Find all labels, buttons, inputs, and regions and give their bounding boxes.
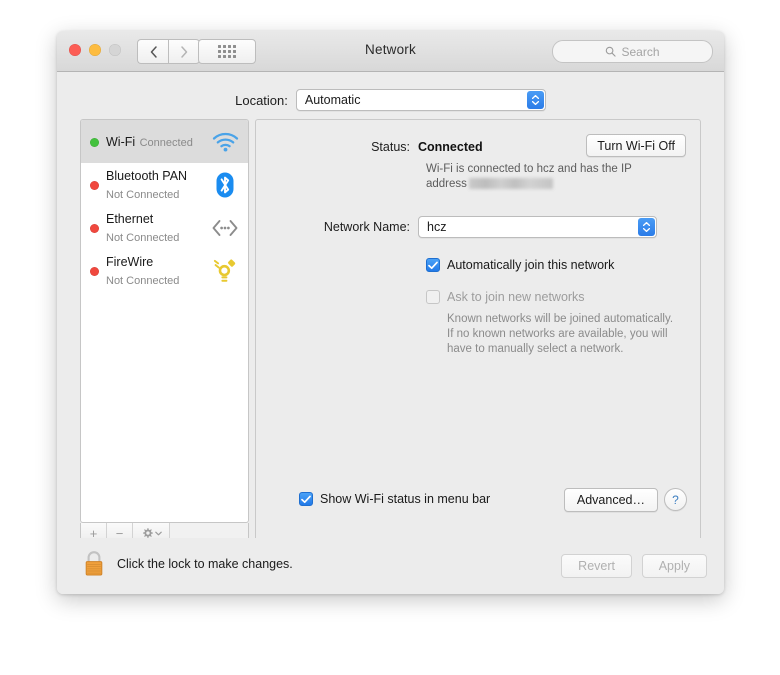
preferences-content: Wi-Fi Connected Bluetooth PAN Not Connec… xyxy=(57,119,724,545)
chevron-up-icon xyxy=(531,95,539,99)
search-icon xyxy=(606,46,617,57)
lock-closed-icon[interactable] xyxy=(82,549,106,579)
status-dot-disconnected xyxy=(90,223,99,233)
search-field[interactable]: Search xyxy=(552,40,713,63)
ip-address-redacted xyxy=(468,178,553,189)
ask-join-checkbox xyxy=(426,290,440,304)
chevron-up-icon xyxy=(643,222,650,226)
service-item-bluetooth-pan[interactable]: Bluetooth PAN Not Connected xyxy=(81,163,248,206)
turn-wifi-off-button[interactable]: Turn Wi-Fi Off xyxy=(586,134,686,157)
service-text: FireWire Not Connected xyxy=(106,253,210,289)
network-services-list[interactable]: Wi-Fi Connected Bluetooth PAN Not Connec… xyxy=(80,119,249,523)
join-help-text: Known networks will be joined automatica… xyxy=(447,313,674,355)
ask-join-label: Ask to join new networks xyxy=(447,290,585,304)
service-text: Ethernet Not Connected xyxy=(106,210,210,246)
service-text: Bluetooth PAN Not Connected xyxy=(106,167,210,203)
location-popup-button[interactable]: Automatic xyxy=(295,89,546,111)
service-state: Not Connected xyxy=(106,274,180,287)
checkmark-icon xyxy=(428,261,438,269)
location-label: Location: xyxy=(235,92,288,108)
service-state: Not Connected xyxy=(106,231,180,244)
service-state: Connected xyxy=(139,136,193,149)
network-preferences-window: Network Search Location: Automatic Wi-Fi… xyxy=(57,31,724,594)
service-item-ethernet[interactable]: Ethernet Not Connected xyxy=(81,206,248,249)
show-status-checkbox[interactable] xyxy=(299,492,313,506)
status-dot-disconnected xyxy=(90,266,99,276)
status-description: Wi-Fi is connected to hcz and has the IP… xyxy=(426,162,642,192)
firewire-icon xyxy=(210,256,240,286)
show-status-label: Show Wi-Fi status in menu bar xyxy=(320,492,491,506)
window-titlebar: Network Search xyxy=(57,31,724,72)
lock-message: Click the lock to make changes. xyxy=(117,557,293,571)
network-name-value: hcz xyxy=(427,220,447,234)
auto-join-label: Automatically join this network xyxy=(447,258,615,272)
network-name-label: Network Name: xyxy=(323,220,410,234)
ethernet-icon xyxy=(210,213,240,243)
advanced-button[interactable]: Advanced… xyxy=(563,488,658,512)
service-name: Bluetooth PAN xyxy=(106,168,188,183)
service-list: Wi-Fi Connected Bluetooth PAN Not Connec… xyxy=(81,120,248,292)
network-name-stepper-arrows xyxy=(638,218,655,236)
service-item-firewire[interactable]: FireWire Not Connected xyxy=(81,249,248,292)
search-placeholder: Search xyxy=(621,44,660,59)
location-value: Automatic xyxy=(304,93,361,107)
chevron-down-icon xyxy=(531,101,539,105)
network-name-popup-button[interactable]: hcz xyxy=(418,216,657,238)
apply-button: Apply xyxy=(641,554,707,578)
auto-join-checkbox[interactable] xyxy=(426,258,440,272)
window-footer: Click the lock to make changes. Revert A… xyxy=(57,538,724,594)
screenshot-root: Network Search Location: Automatic Wi-Fi… xyxy=(0,0,780,675)
help-button[interactable]: ? xyxy=(664,488,687,511)
wifi-icon xyxy=(210,127,240,157)
service-name: FireWire xyxy=(106,254,154,269)
checkmark-icon xyxy=(301,495,311,503)
status-label: Status: xyxy=(371,140,410,154)
show-status-row[interactable]: Show Wi-Fi status in menu bar xyxy=(299,492,490,506)
service-text: Wi-Fi Connected xyxy=(106,133,210,151)
service-name: Ethernet xyxy=(106,211,154,226)
status-value: Connected xyxy=(418,140,483,154)
service-name: Wi-Fi xyxy=(106,134,136,149)
location-stepper-arrows xyxy=(526,91,544,109)
wifi-settings-pane: Status: Connected Turn Wi-Fi Off Wi-Fi i… xyxy=(255,119,701,545)
revert-button: Revert xyxy=(561,554,632,578)
chevron-down-icon xyxy=(643,228,650,232)
status-dot-disconnected xyxy=(90,180,99,190)
bluetooth-icon xyxy=(210,170,240,200)
chevron-down-icon xyxy=(154,531,162,536)
network-name-row: Network Name: hcz xyxy=(256,216,700,238)
service-state: Not Connected xyxy=(106,188,180,201)
status-dot-connected xyxy=(90,137,99,147)
auto-join-row[interactable]: Automatically join this network xyxy=(426,258,614,272)
service-item-wifi[interactable]: Wi-Fi Connected xyxy=(81,120,248,163)
location-row: Location: Automatic xyxy=(57,83,724,117)
ask-join-row: Ask to join new networks xyxy=(426,290,585,304)
